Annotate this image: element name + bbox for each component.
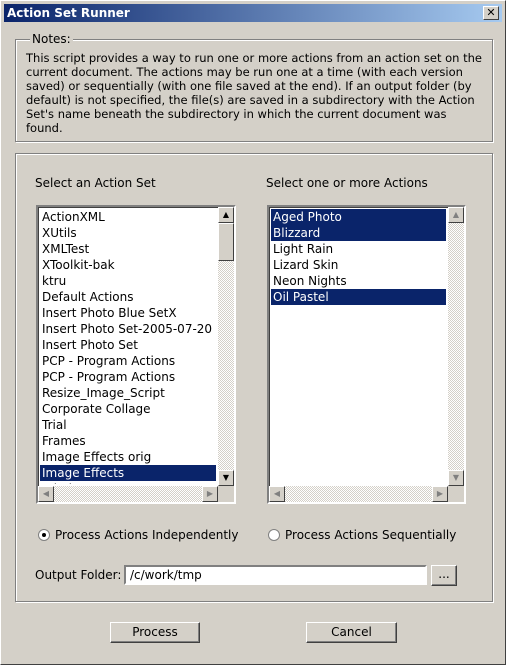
- notes-legend: Notes:: [30, 32, 73, 46]
- close-icon[interactable]: ✕: [483, 6, 499, 20]
- scroll-right-icon[interactable]: ▶: [202, 486, 218, 502]
- list-item[interactable]: Resize_Image_Script: [40, 385, 216, 401]
- scroll-thumb[interactable]: [218, 223, 234, 261]
- browse-button[interactable]: ...: [431, 565, 457, 586]
- scroll-right-icon[interactable]: ▶: [432, 486, 448, 502]
- scroll-down-icon[interactable]: ▼: [218, 470, 234, 486]
- list-item[interactable]: Light Rain: [271, 241, 446, 257]
- horizontal-scrollbar[interactable]: ◀ ▶: [38, 486, 218, 502]
- list-item[interactable]: PCP - Program Actions: [40, 353, 216, 369]
- radio-sequential[interactable]: Process Actions Sequentially: [268, 528, 456, 542]
- list-item[interactable]: Default Actions: [40, 289, 216, 305]
- actions-label: Select one or more Actions: [266, 176, 428, 190]
- list-item[interactable]: Lizard Skin: [271, 257, 446, 273]
- list-item[interactable]: Insert Photo Set: [40, 337, 216, 353]
- list-item[interactable]: XMLTest: [40, 241, 216, 257]
- vertical-scrollbar[interactable]: ▲ ▼: [448, 207, 464, 486]
- list-item[interactable]: PCP - Program Actions: [40, 369, 216, 385]
- list-item[interactable]: Neon Nights: [271, 273, 446, 289]
- notes-group: Notes: This script provides a way to run…: [15, 32, 493, 142]
- radio-button-unchecked[interactable]: [268, 529, 280, 541]
- action-set-items: ActionXML XUtils XMLTest XToolkit-bak ktru De…: [40, 209, 216, 484]
- list-item[interactable]: Oil Pastel: [271, 289, 446, 305]
- list-item[interactable]: Trial: [40, 417, 216, 433]
- radio-button-checked[interactable]: [38, 529, 50, 541]
- radio-independent[interactable]: Process Actions Independently: [38, 528, 238, 542]
- list-item[interactable]: Blizzard: [271, 225, 446, 241]
- list-item[interactable]: Corporate Collage: [40, 401, 216, 417]
- window-title: Action Set Runner: [7, 6, 130, 20]
- process-button[interactable]: Process: [110, 622, 200, 643]
- scroll-down-icon[interactable]: ▼: [448, 470, 464, 486]
- list-item[interactable]: Aged Photo: [271, 209, 446, 225]
- output-folder-input[interactable]: /c/work/tmp: [124, 565, 427, 585]
- action-set-listbox[interactable]: ActionXML XUtils XMLTest XToolkit-bak ktru De…: [36, 205, 236, 504]
- list-item[interactable]: Insert Photo Set-2005-07-20: [40, 321, 216, 337]
- dialog-window: Action Set Runner ✕ Notes: This script p…: [0, 0, 506, 665]
- horizontal-scrollbar[interactable]: ◀ ▶: [269, 486, 448, 502]
- actions-items: Aged Photo Blizzard Light Rain Lizard Skin N…: [271, 209, 446, 484]
- scroll-corner: [448, 486, 464, 502]
- notes-text: This script provides a way to run one or…: [26, 51, 482, 135]
- list-item[interactable]: Image Effects orig: [40, 449, 216, 465]
- vertical-scrollbar[interactable]: ▲ ▼: [218, 207, 234, 486]
- list-item[interactable]: Insert Photo Blue SetX: [40, 305, 216, 321]
- list-item[interactable]: mbale: [40, 481, 216, 484]
- list-item[interactable]: XToolkit-bak: [40, 257, 216, 273]
- output-folder-label: Output Folder:: [35, 568, 122, 582]
- scroll-up-icon[interactable]: ▲: [218, 207, 234, 223]
- action-set-label: Select an Action Set: [35, 176, 156, 190]
- cancel-button[interactable]: Cancel: [306, 622, 397, 643]
- main-panel: Select an Action Set Select one or more …: [15, 153, 493, 602]
- scroll-left-icon[interactable]: ◀: [269, 486, 285, 502]
- list-item[interactable]: Frames: [40, 433, 216, 449]
- actions-listbox[interactable]: Aged Photo Blizzard Light Rain Lizard Skin N…: [267, 205, 466, 504]
- radio-sequential-label: Process Actions Sequentially: [285, 528, 457, 542]
- title-bar: Action Set Runner ✕: [4, 4, 502, 22]
- list-item[interactable]: ActionXML: [40, 209, 216, 225]
- scroll-corner: [218, 486, 234, 502]
- scroll-up-icon[interactable]: ▲: [448, 207, 464, 223]
- list-item[interactable]: XUtils: [40, 225, 216, 241]
- list-item[interactable]: Image Effects: [40, 465, 216, 481]
- radio-independent-label: Process Actions Independently: [55, 528, 239, 542]
- list-item[interactable]: ktru: [40, 273, 216, 289]
- scroll-left-icon[interactable]: ◀: [38, 486, 54, 502]
